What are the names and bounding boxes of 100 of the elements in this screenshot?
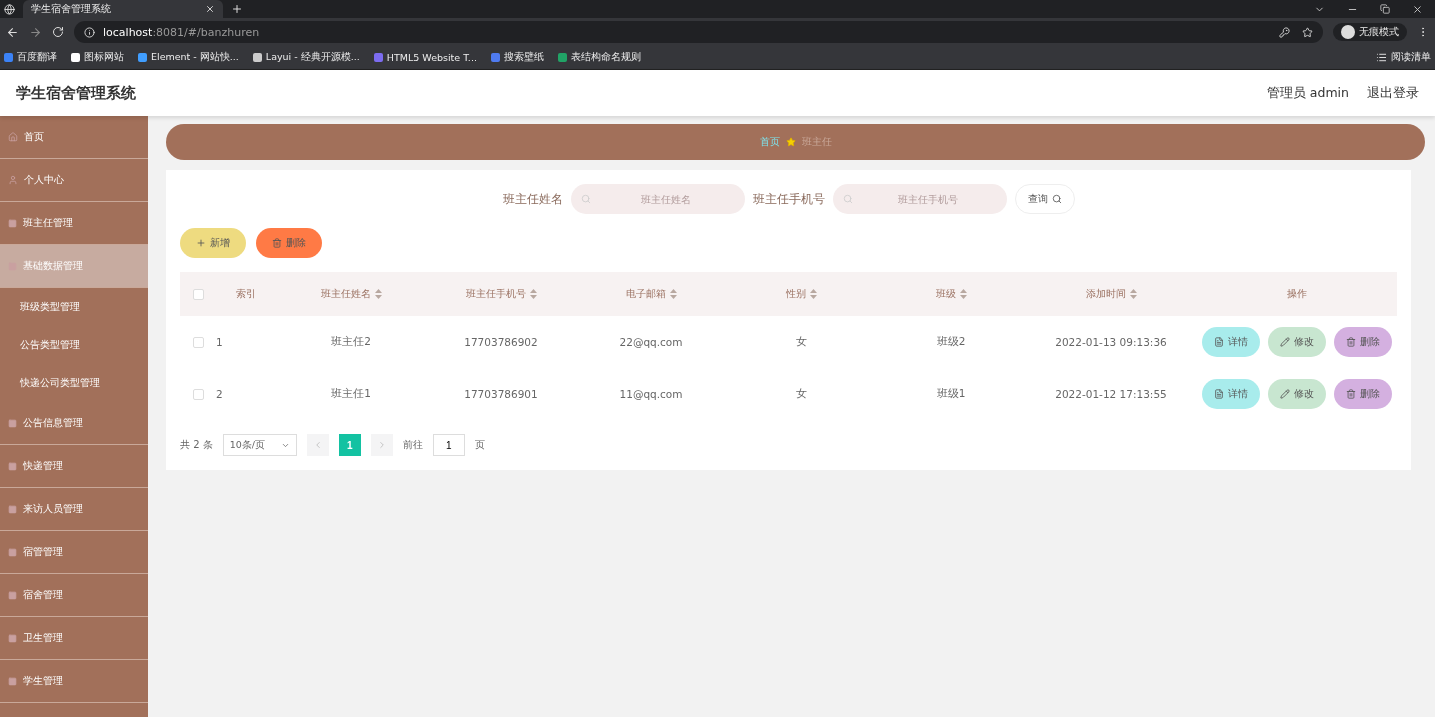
column-header[interactable]: 电子邮箱 bbox=[625, 287, 666, 301]
page-unit-label: 页 bbox=[474, 438, 485, 452]
sidebar-item[interactable]: 学生管理 bbox=[0, 660, 148, 703]
square-icon bbox=[8, 633, 17, 643]
column-header: 操作 bbox=[1286, 287, 1307, 301]
globe-icon bbox=[4, 3, 15, 15]
sidebar-item[interactable]: 首页 bbox=[0, 116, 148, 159]
goto-label: 前往 bbox=[402, 438, 423, 452]
delete-button[interactable]: 删除 bbox=[1333, 327, 1392, 357]
key-icon[interactable] bbox=[1279, 26, 1290, 38]
sort-icon[interactable] bbox=[1129, 289, 1137, 299]
table-cell-text: 班级1 bbox=[935, 386, 967, 401]
delete-button[interactable]: 删除 bbox=[1333, 379, 1392, 409]
sidebar-item[interactable]: 基础数据管理 bbox=[0, 245, 148, 288]
edit-button[interactable]: 修改 bbox=[1267, 327, 1326, 357]
checkbox[interactable] bbox=[192, 388, 204, 400]
square-icon bbox=[8, 547, 17, 557]
sidebar-item[interactable]: 个人中心 bbox=[0, 159, 148, 202]
browser-tab[interactable]: 学生宿舍管理系统 bbox=[23, 0, 223, 18]
user-icon bbox=[8, 175, 18, 185]
profile-button[interactable]: 无痕模式 bbox=[1333, 23, 1407, 41]
detail-button[interactable]: 详情 bbox=[1201, 379, 1260, 409]
logout-link[interactable]: 退出登录 bbox=[1367, 84, 1419, 102]
breadcrumb-link[interactable]: 首页 bbox=[759, 135, 780, 149]
sidebar-item[interactable]: 来访人员管理 bbox=[0, 488, 148, 531]
square-icon bbox=[8, 676, 17, 686]
sidebar-item[interactable]: 宿舍管理 bbox=[0, 574, 148, 617]
checkbox[interactable] bbox=[192, 336, 204, 348]
checkbox[interactable] bbox=[192, 288, 204, 300]
new-tab-icon[interactable] bbox=[231, 3, 243, 15]
bookmark-link[interactable]: 搜索壁纸 bbox=[490, 51, 544, 64]
column-header[interactable]: 性别 bbox=[785, 287, 806, 301]
sidebar-item[interactable]: 公告信息管理 bbox=[0, 402, 148, 445]
search-icon bbox=[1051, 194, 1062, 204]
table-cell-text: 2022-01-12 17:13:55 bbox=[1054, 387, 1168, 402]
square-icon bbox=[8, 418, 17, 428]
sort-icon[interactable] bbox=[669, 289, 677, 299]
table-cell-text: 17703786901 bbox=[463, 387, 539, 402]
bookmark-link[interactable]: Layui - 经典开源模... bbox=[252, 51, 360, 64]
submenu-item[interactable]: 班级类型管理 bbox=[0, 288, 148, 326]
home-icon bbox=[8, 132, 18, 142]
column-header[interactable]: 班主任姓名 bbox=[320, 287, 371, 301]
pencil-icon bbox=[1279, 337, 1290, 347]
sort-icon[interactable] bbox=[374, 289, 382, 299]
close-icon[interactable] bbox=[1412, 3, 1423, 15]
submenu-item[interactable]: 公告类型管理 bbox=[0, 326, 148, 364]
app-title: 学生宿舍管理系统 bbox=[16, 83, 136, 103]
sort-icon[interactable] bbox=[529, 289, 537, 299]
sort-icon[interactable] bbox=[809, 289, 817, 299]
column-header: 索引 bbox=[236, 287, 256, 301]
detail-button[interactable]: 详情 bbox=[1201, 327, 1260, 357]
forward-icon[interactable] bbox=[29, 25, 42, 39]
submenu-item[interactable]: 快递公司类型管理 bbox=[0, 364, 148, 402]
table-cell-text: 班主任1 bbox=[330, 386, 372, 401]
delete-button[interactable]: 删除 bbox=[256, 228, 322, 258]
info-icon bbox=[84, 26, 95, 38]
pencil-icon bbox=[1279, 389, 1290, 399]
query-button[interactable]: 查询 bbox=[1014, 184, 1075, 214]
sidebar-item[interactable]: 快递管理 bbox=[0, 445, 148, 488]
page-number-button[interactable]: 1 bbox=[338, 434, 361, 456]
trash-icon bbox=[1345, 337, 1356, 347]
table-cell-text: 2022-01-13 09:13:36 bbox=[1054, 335, 1168, 350]
edit-button[interactable]: 修改 bbox=[1267, 379, 1326, 409]
document-icon bbox=[1213, 337, 1224, 347]
reload-icon[interactable] bbox=[52, 26, 64, 38]
page-input[interactable]: 1 bbox=[432, 434, 465, 456]
avatar-icon bbox=[1341, 25, 1355, 39]
square-icon bbox=[8, 590, 17, 600]
field-label: 班主任手机号 bbox=[752, 190, 825, 208]
reading-list-button[interactable]: 阅读清单 bbox=[1376, 51, 1431, 64]
back-icon[interactable] bbox=[6, 25, 19, 39]
page-size-select[interactable]: 10条/页 bbox=[222, 434, 297, 456]
restore-icon[interactable] bbox=[1380, 3, 1390, 14]
trash-icon bbox=[272, 238, 282, 248]
bookmark-link[interactable]: Element - 网站快... bbox=[138, 51, 239, 64]
sort-icon[interactable] bbox=[959, 289, 967, 299]
square-icon bbox=[8, 504, 17, 514]
table-cell-text: 22@qq.com bbox=[618, 335, 684, 350]
bookmark-link[interactable]: HTML5 Website T... bbox=[373, 52, 477, 63]
add-button[interactable]: 新增 bbox=[180, 228, 246, 258]
square-icon bbox=[8, 218, 17, 228]
sidebar-item[interactable]: 卫生管理 bbox=[0, 617, 148, 660]
column-header[interactable]: 班级 bbox=[935, 287, 956, 301]
sidebar-item[interactable]: 宿管管理 bbox=[0, 531, 148, 574]
square-icon bbox=[8, 461, 17, 471]
star-icon[interactable] bbox=[1302, 26, 1313, 38]
table-cell-text: 2 bbox=[216, 387, 224, 402]
bookmark-link[interactable]: 图标网站 bbox=[71, 51, 124, 64]
close-icon[interactable] bbox=[205, 4, 215, 14]
search-field[interactable]: 班主任姓名 bbox=[570, 184, 745, 214]
field-label: 班主任姓名 bbox=[502, 190, 563, 208]
column-header[interactable]: 班主任手机号 bbox=[465, 287, 526, 301]
column-header[interactable]: 添加时间 bbox=[1085, 287, 1126, 301]
table-cell-text: 班级2 bbox=[935, 334, 967, 349]
address-field[interactable]: localhost:8081/#/banzhuren bbox=[74, 21, 1323, 43]
search-field[interactable]: 班主任手机号 bbox=[832, 184, 1007, 214]
bookmark-link[interactable]: 表结构命名规则 bbox=[557, 51, 641, 64]
bookmark-link[interactable]: 百度翻译 bbox=[4, 51, 57, 64]
table-cell-text: 女 bbox=[794, 386, 808, 401]
table-cell-text: 17703786902 bbox=[463, 335, 539, 350]
